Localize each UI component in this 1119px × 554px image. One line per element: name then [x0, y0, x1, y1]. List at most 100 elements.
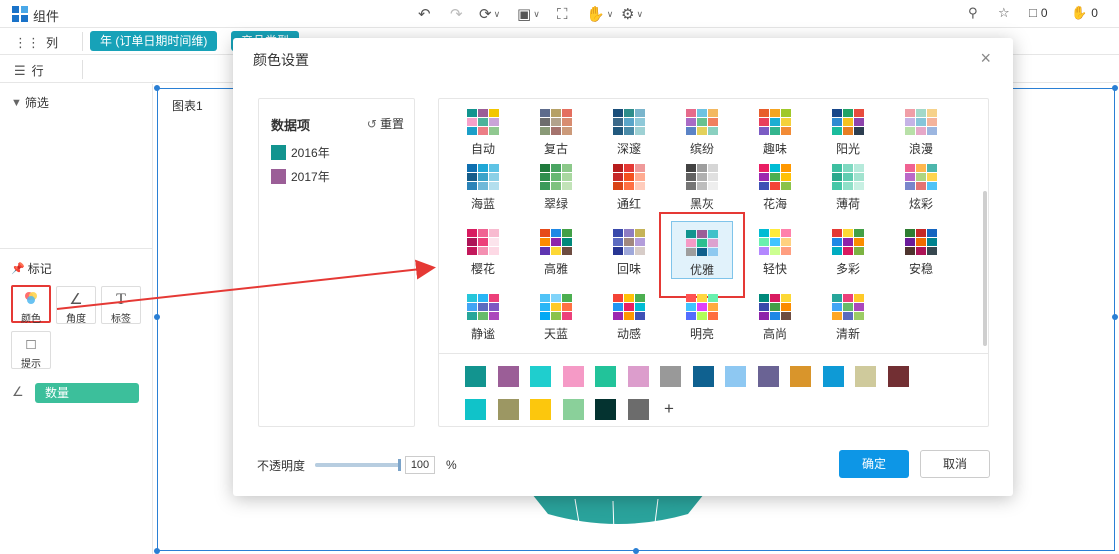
color-scheme-option[interactable]: 缤纷: [671, 101, 733, 159]
comment-count: 0: [1040, 5, 1048, 20]
color-scheme-option[interactable]: 明亮: [671, 286, 733, 344]
undo-icon[interactable]: ↶: [418, 3, 431, 25]
settings-icon[interactable]: ⚙ ∨: [621, 3, 643, 25]
palette-swatch[interactable]: [595, 366, 616, 387]
color-scheme-preview: [759, 294, 791, 320]
palette-swatch[interactable]: [757, 366, 779, 387]
color-scheme-option[interactable]: 花海: [744, 156, 806, 214]
angle-mark-button[interactable]: ∠ 角度: [56, 286, 96, 325]
color-scheme-label: 自动: [470, 142, 495, 156]
hand-icon[interactable]: ✋ ∨: [586, 3, 613, 25]
color-scheme-option[interactable]: 炫彩: [890, 156, 952, 214]
opacity-slider-handle[interactable]: [398, 459, 401, 471]
palette-swatch[interactable]: [660, 366, 681, 387]
data-item[interactable]: 2017年: [271, 168, 330, 185]
resize-handle[interactable]: [1112, 85, 1118, 91]
color-scheme-option[interactable]: 趣味: [744, 101, 806, 159]
opacity-input[interactable]: 100: [405, 456, 435, 474]
palette-swatch[interactable]: [530, 366, 551, 387]
data-item[interactable]: 2016年: [271, 144, 330, 161]
palette-swatch[interactable]: [627, 366, 649, 387]
like-count: 0: [1091, 6, 1098, 20]
color-scheme-option[interactable]: 通红: [598, 156, 660, 214]
color-scheme-option[interactable]: 高雅: [525, 221, 587, 279]
color-scheme-option[interactable]: 浪漫: [890, 101, 952, 159]
resize-handle[interactable]: [154, 548, 160, 554]
redo-icon[interactable]: ↷: [450, 3, 463, 25]
color-scheme-option[interactable]: 海蓝: [452, 156, 514, 214]
comment-button[interactable]: □ 0: [1029, 5, 1048, 20]
data-item-swatch[interactable]: [271, 145, 286, 160]
palette-swatch[interactable]: [595, 399, 616, 420]
color-scheme-option[interactable]: 回味: [598, 221, 660, 279]
marks-title: 📌 标记: [11, 262, 52, 276]
color-scheme-option[interactable]: 轻快: [744, 221, 806, 279]
color-scheme-option[interactable]: 复古: [525, 101, 587, 159]
color-mark-button[interactable]: 颜色: [11, 285, 51, 325]
resize-handle[interactable]: [154, 85, 160, 91]
color-scheme-option[interactable]: 阳光: [817, 101, 879, 159]
palette-swatch[interactable]: [497, 366, 519, 387]
color-scheme-option[interactable]: 动感: [598, 286, 660, 344]
angle-icon: ∠: [69, 291, 83, 308]
column-pill-year[interactable]: 年 (订单日期时间维): [90, 31, 218, 51]
palette-swatch[interactable]: [692, 366, 714, 387]
color-scheme-option[interactable]: 多彩: [817, 221, 879, 279]
palette-swatch[interactable]: [465, 399, 486, 420]
color-scheme-option[interactable]: 清新: [817, 286, 879, 344]
ok-button[interactable]: 确定: [839, 450, 909, 478]
favorite-icon[interactable]: ☆: [998, 5, 1010, 21]
color-scheme-option[interactable]: 翠绿: [525, 156, 587, 214]
palette-swatch[interactable]: [725, 366, 746, 387]
color-scheme-label: 明亮: [689, 327, 714, 341]
color-scheme-option[interactable]: 黑灰: [671, 156, 733, 214]
scrollbar[interactable]: [983, 191, 987, 346]
palette-swatch[interactable]: [530, 399, 551, 420]
color-scheme-option[interactable]: 天蓝: [525, 286, 587, 344]
opacity-slider[interactable]: [315, 459, 401, 471]
preview-icon[interactable]: ⛶: [557, 3, 568, 25]
text-icon: T: [116, 291, 126, 308]
color-scheme-label: 黑灰: [689, 197, 714, 211]
like-button[interactable]: ✋ 0: [1071, 5, 1098, 21]
close-icon[interactable]: ×: [980, 48, 991, 69]
color-scheme-label: 动感: [616, 327, 641, 341]
share-icon[interactable]: ⚲: [968, 5, 978, 21]
resize-handle[interactable]: [1112, 314, 1118, 320]
reset-button[interactable]: ↺ 重置: [367, 115, 404, 132]
thumb-up-icon: ✋: [1071, 5, 1088, 20]
resize-handle[interactable]: [633, 548, 639, 554]
color-scheme-option[interactable]: 高尚: [744, 286, 806, 344]
color-scheme-preview: [540, 294, 572, 320]
color-scheme-label: 海蓝: [470, 197, 495, 211]
palette-swatch[interactable]: [822, 366, 844, 387]
label-mark-button[interactable]: T 标签: [101, 286, 141, 325]
palette-swatch[interactable]: [627, 399, 649, 420]
color-scheme-option[interactable]: 樱花: [452, 221, 514, 279]
data-item-swatch[interactable]: [271, 169, 286, 184]
measure-pill-quantity[interactable]: 数量: [35, 383, 139, 403]
color-scheme-label: 炫彩: [908, 197, 933, 211]
color-scheme-label: 浪漫: [908, 142, 933, 156]
color-scheme-option[interactable]: 安稳: [890, 221, 952, 279]
palette-swatch[interactable]: [790, 366, 811, 387]
opacity-label: 不透明度: [257, 459, 306, 473]
color-scheme-option[interactable]: 深邃: [598, 101, 660, 159]
refresh-icon[interactable]: ⟳ ∨: [479, 3, 500, 25]
palette-swatch[interactable]: [497, 399, 519, 420]
color-scheme-option[interactable]: 薄荷: [817, 156, 879, 214]
color-scheme-preview: [467, 294, 499, 320]
palette-swatch[interactable]: [562, 399, 584, 420]
cancel-button[interactable]: 取消: [920, 450, 990, 478]
save-icon[interactable]: ▣ ∨: [517, 3, 540, 25]
palette-swatch[interactable]: [562, 366, 584, 387]
add-color-button[interactable]: +: [664, 399, 674, 419]
opacity-slider-fill: [315, 463, 401, 467]
resize-handle[interactable]: [154, 314, 160, 320]
color-scheme-option[interactable]: 自动: [452, 101, 514, 159]
palette-swatch[interactable]: [887, 366, 909, 387]
palette-swatch[interactable]: [465, 366, 486, 387]
tooltip-mark-button[interactable]: □ 提示: [11, 331, 51, 370]
palette-swatch[interactable]: [855, 366, 876, 387]
color-scheme-option[interactable]: 静谧: [452, 286, 514, 344]
